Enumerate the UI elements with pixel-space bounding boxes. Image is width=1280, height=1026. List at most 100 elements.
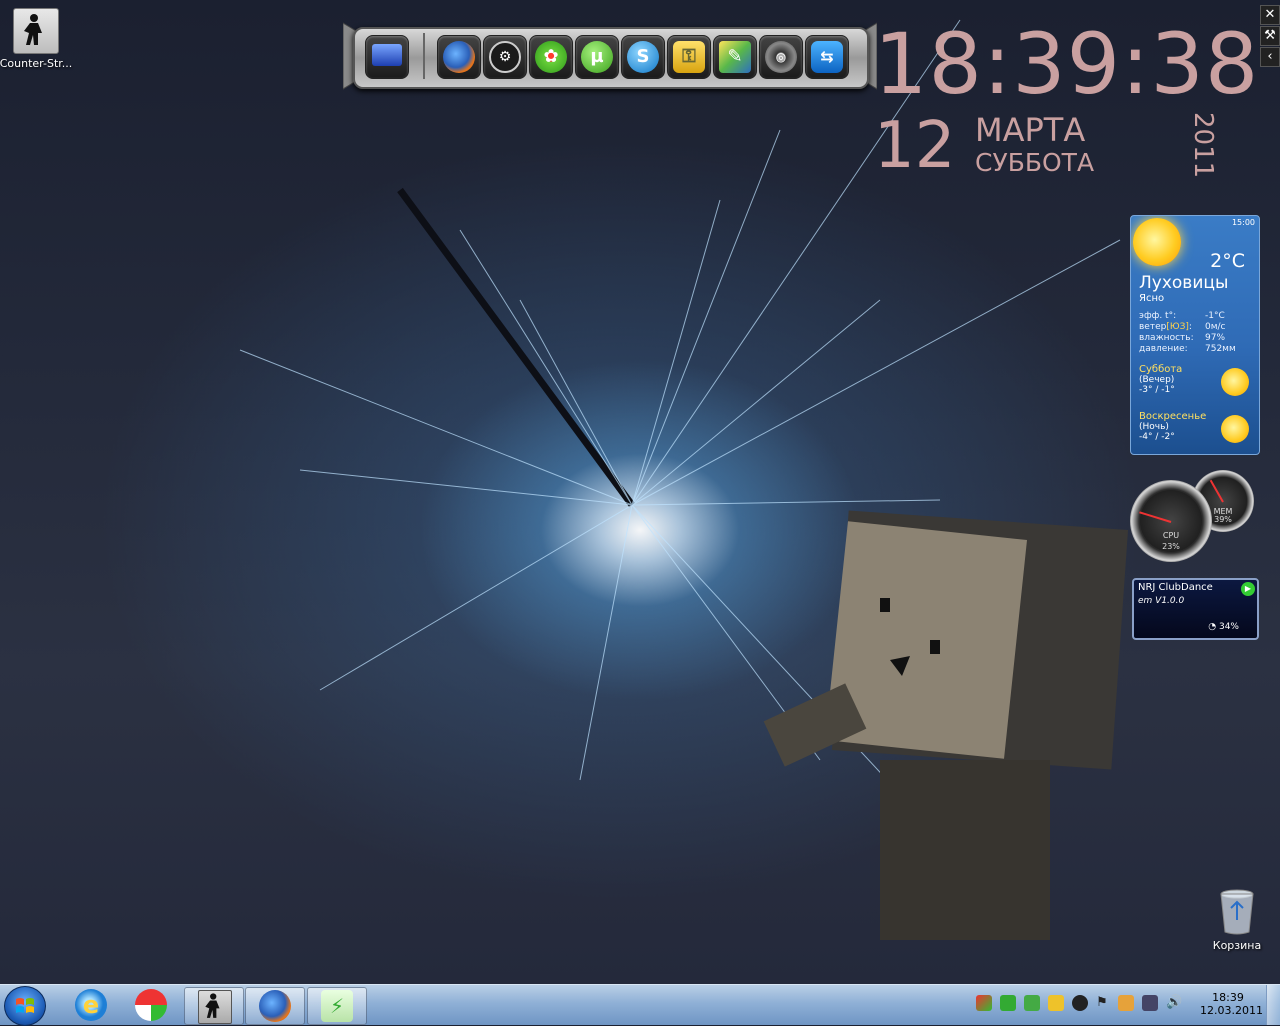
forecast-item: Воскресенье (Ночь) -4° / -2°: [1139, 411, 1206, 442]
taskbar-clock[interactable]: 18:39 12.03.2011: [1200, 991, 1263, 1017]
desktop-icon-label: Counter-Str...: [0, 57, 73, 70]
steam-icon: ⚙: [489, 41, 521, 73]
weather-row-label: ветер[ЮЗ]:: [1139, 322, 1205, 332]
dock-item-firefox[interactable]: [437, 35, 481, 79]
weather-updated-time: 15:00: [1231, 218, 1255, 227]
clock-weekday: СУББОТА: [975, 148, 1095, 177]
desktop-icon-counter-strike[interactable]: Counter-Str...: [0, 8, 76, 70]
weather-row-label: влажность:: [1139, 333, 1194, 343]
weather-row-value: -1°C: [1205, 311, 1225, 321]
tray-icon-4[interactable]: [1048, 995, 1064, 1011]
sidebar-close-button[interactable]: ✕: [1260, 5, 1280, 25]
taskbar-date: 12.03.2011: [1200, 1004, 1263, 1017]
gadget-icon: [135, 989, 167, 1021]
recycle-bin-icon: [1217, 888, 1257, 936]
desktop-icon-recycle-bin[interactable]: Корзина: [1197, 888, 1277, 952]
clock-month: МАРТА: [975, 111, 1086, 149]
desktop-icon-label: Корзина: [1212, 939, 1262, 952]
cpu-label: CPU: [1162, 530, 1180, 540]
winamp-icon: ⚡: [321, 990, 353, 1022]
forecast-period: (Вечер): [1139, 375, 1175, 385]
taskbar-item-counter-strike[interactable]: [184, 987, 244, 1025]
flag-icon[interactable]: ⚑: [1094, 995, 1110, 1011]
dock-item-steam[interactable]: ⚙: [483, 35, 527, 79]
sun-icon: [1221, 368, 1249, 396]
clock-year: 2011: [1188, 112, 1218, 179]
tray-icon-1[interactable]: [976, 995, 992, 1011]
show-desktop-button[interactable]: [1266, 985, 1280, 1025]
weather-row-wind: ветер[ЮЗ]: 0м/с: [1139, 322, 1226, 332]
icq-icon: ✿: [535, 41, 567, 73]
dock-item-app-7[interactable]: ⚿: [667, 35, 711, 79]
weather-row-value: 0м/с: [1205, 322, 1226, 332]
counter-strike-icon: [13, 8, 59, 54]
sun-icon: [1133, 218, 1181, 266]
dock-item-icq[interactable]: ✿: [529, 35, 573, 79]
radio-station: NRJ ClubDance: [1138, 582, 1213, 593]
weather-row-value: 97%: [1205, 333, 1226, 343]
wind-direction: [ЮЗ]: [1166, 322, 1189, 332]
weather-row-label: давление:: [1139, 344, 1188, 354]
sidebar-back-button[interactable]: ‹: [1260, 47, 1280, 67]
firefox-icon: [443, 41, 475, 73]
play-icon[interactable]: ▶: [1241, 582, 1255, 596]
radio-volume[interactable]: ◔ 34%: [1208, 622, 1239, 632]
weather-gadget[interactable]: 15:00 2°C Луховицы Ясно эфф. t°: -1°C вет…: [1130, 215, 1260, 455]
radio-gadget[interactable]: NRJ ClubDance em V1.0.0 ▶ ◔ 34%: [1132, 578, 1259, 640]
sidebar-options-button[interactable]: ⚒: [1260, 26, 1280, 46]
radio-volume-value: 34%: [1218, 622, 1239, 632]
cpu-gauge: CPU 23%: [1130, 480, 1212, 562]
weather-row-value: 752мм: [1205, 344, 1236, 354]
clock-day: 12: [874, 109, 956, 183]
counter-strike-icon: [198, 990, 232, 1024]
tray-icon-2[interactable]: [1000, 995, 1016, 1011]
taskbar-item-firefox[interactable]: [245, 987, 305, 1025]
computer-icon: [372, 44, 402, 66]
start-button[interactable]: [4, 986, 46, 1026]
cpu-value: 23%: [1162, 541, 1180, 551]
firefox-icon: [259, 990, 291, 1022]
keys-icon: ⚿: [673, 41, 705, 73]
dock-item-app-8[interactable]: ✎: [713, 35, 757, 79]
dock-item-skype[interactable]: S: [621, 35, 665, 79]
utorrent-icon: µ: [581, 41, 613, 73]
volume-icon: ◔: [1208, 622, 1219, 632]
tray-icon-3[interactable]: [1024, 995, 1040, 1011]
tray-icon-7[interactable]: [1118, 995, 1134, 1011]
forecast-period: (Ночь): [1139, 422, 1169, 432]
network-icon[interactable]: [1142, 995, 1158, 1011]
taskbar-item-winamp[interactable]: ⚡: [307, 987, 367, 1025]
weather-row-label: эфф. t°:: [1139, 311, 1177, 321]
clock-time: 18:39:38: [874, 15, 1260, 113]
dock-separator: [423, 33, 425, 79]
app-dock: ⚙ ✿ µ S ⚿ ✎ ◎ ⇆: [343, 13, 877, 99]
teamviewer-icon: ⇆: [811, 41, 843, 73]
skype-icon: S: [627, 41, 659, 73]
taskbar: e ⚡ ⚑ 🔊 18:39 12.03.2011: [0, 984, 1280, 1026]
forecast-temps: -3° / -1°: [1139, 385, 1175, 395]
taskbar-item-ie[interactable]: e: [62, 987, 120, 1023]
taskbar-time: 18:39: [1212, 991, 1244, 1004]
weather-row-feels: эфф. t°: -1°C: [1139, 311, 1225, 321]
weather-row-pressure: давление: 752мм: [1139, 344, 1236, 354]
dock-item-utorrent[interactable]: µ: [575, 35, 619, 79]
dock-item-app-9[interactable]: ◎: [759, 35, 803, 79]
radio-version: em V1.0.0: [1138, 596, 1185, 606]
weather-condition: Ясно: [1139, 293, 1165, 304]
weather-row-humidity: влажность: 97%: [1139, 333, 1225, 343]
taskbar-item-gadget[interactable]: [122, 987, 180, 1023]
volume-icon[interactable]: 🔊: [1166, 995, 1182, 1011]
disc-icon: ◎: [765, 41, 797, 73]
forecast-day: Суббота: [1139, 364, 1183, 375]
windows-logo-icon: [16, 998, 34, 1013]
tools-icon: ✎: [719, 41, 751, 73]
forecast-day: Воскресенье: [1139, 411, 1207, 422]
ie-icon: e: [75, 989, 107, 1021]
forecast-temps: -4° / -2°: [1139, 432, 1175, 442]
weather-city: Луховицы: [1139, 273, 1229, 293]
forecast-item: Суббота (Вечер) -3° / -1°: [1139, 364, 1182, 395]
wind-colon: :: [1188, 322, 1192, 332]
dock-item-computer[interactable]: [365, 35, 409, 79]
steam-tray-icon[interactable]: [1072, 995, 1088, 1011]
dock-item-teamviewer[interactable]: ⇆: [805, 35, 849, 79]
